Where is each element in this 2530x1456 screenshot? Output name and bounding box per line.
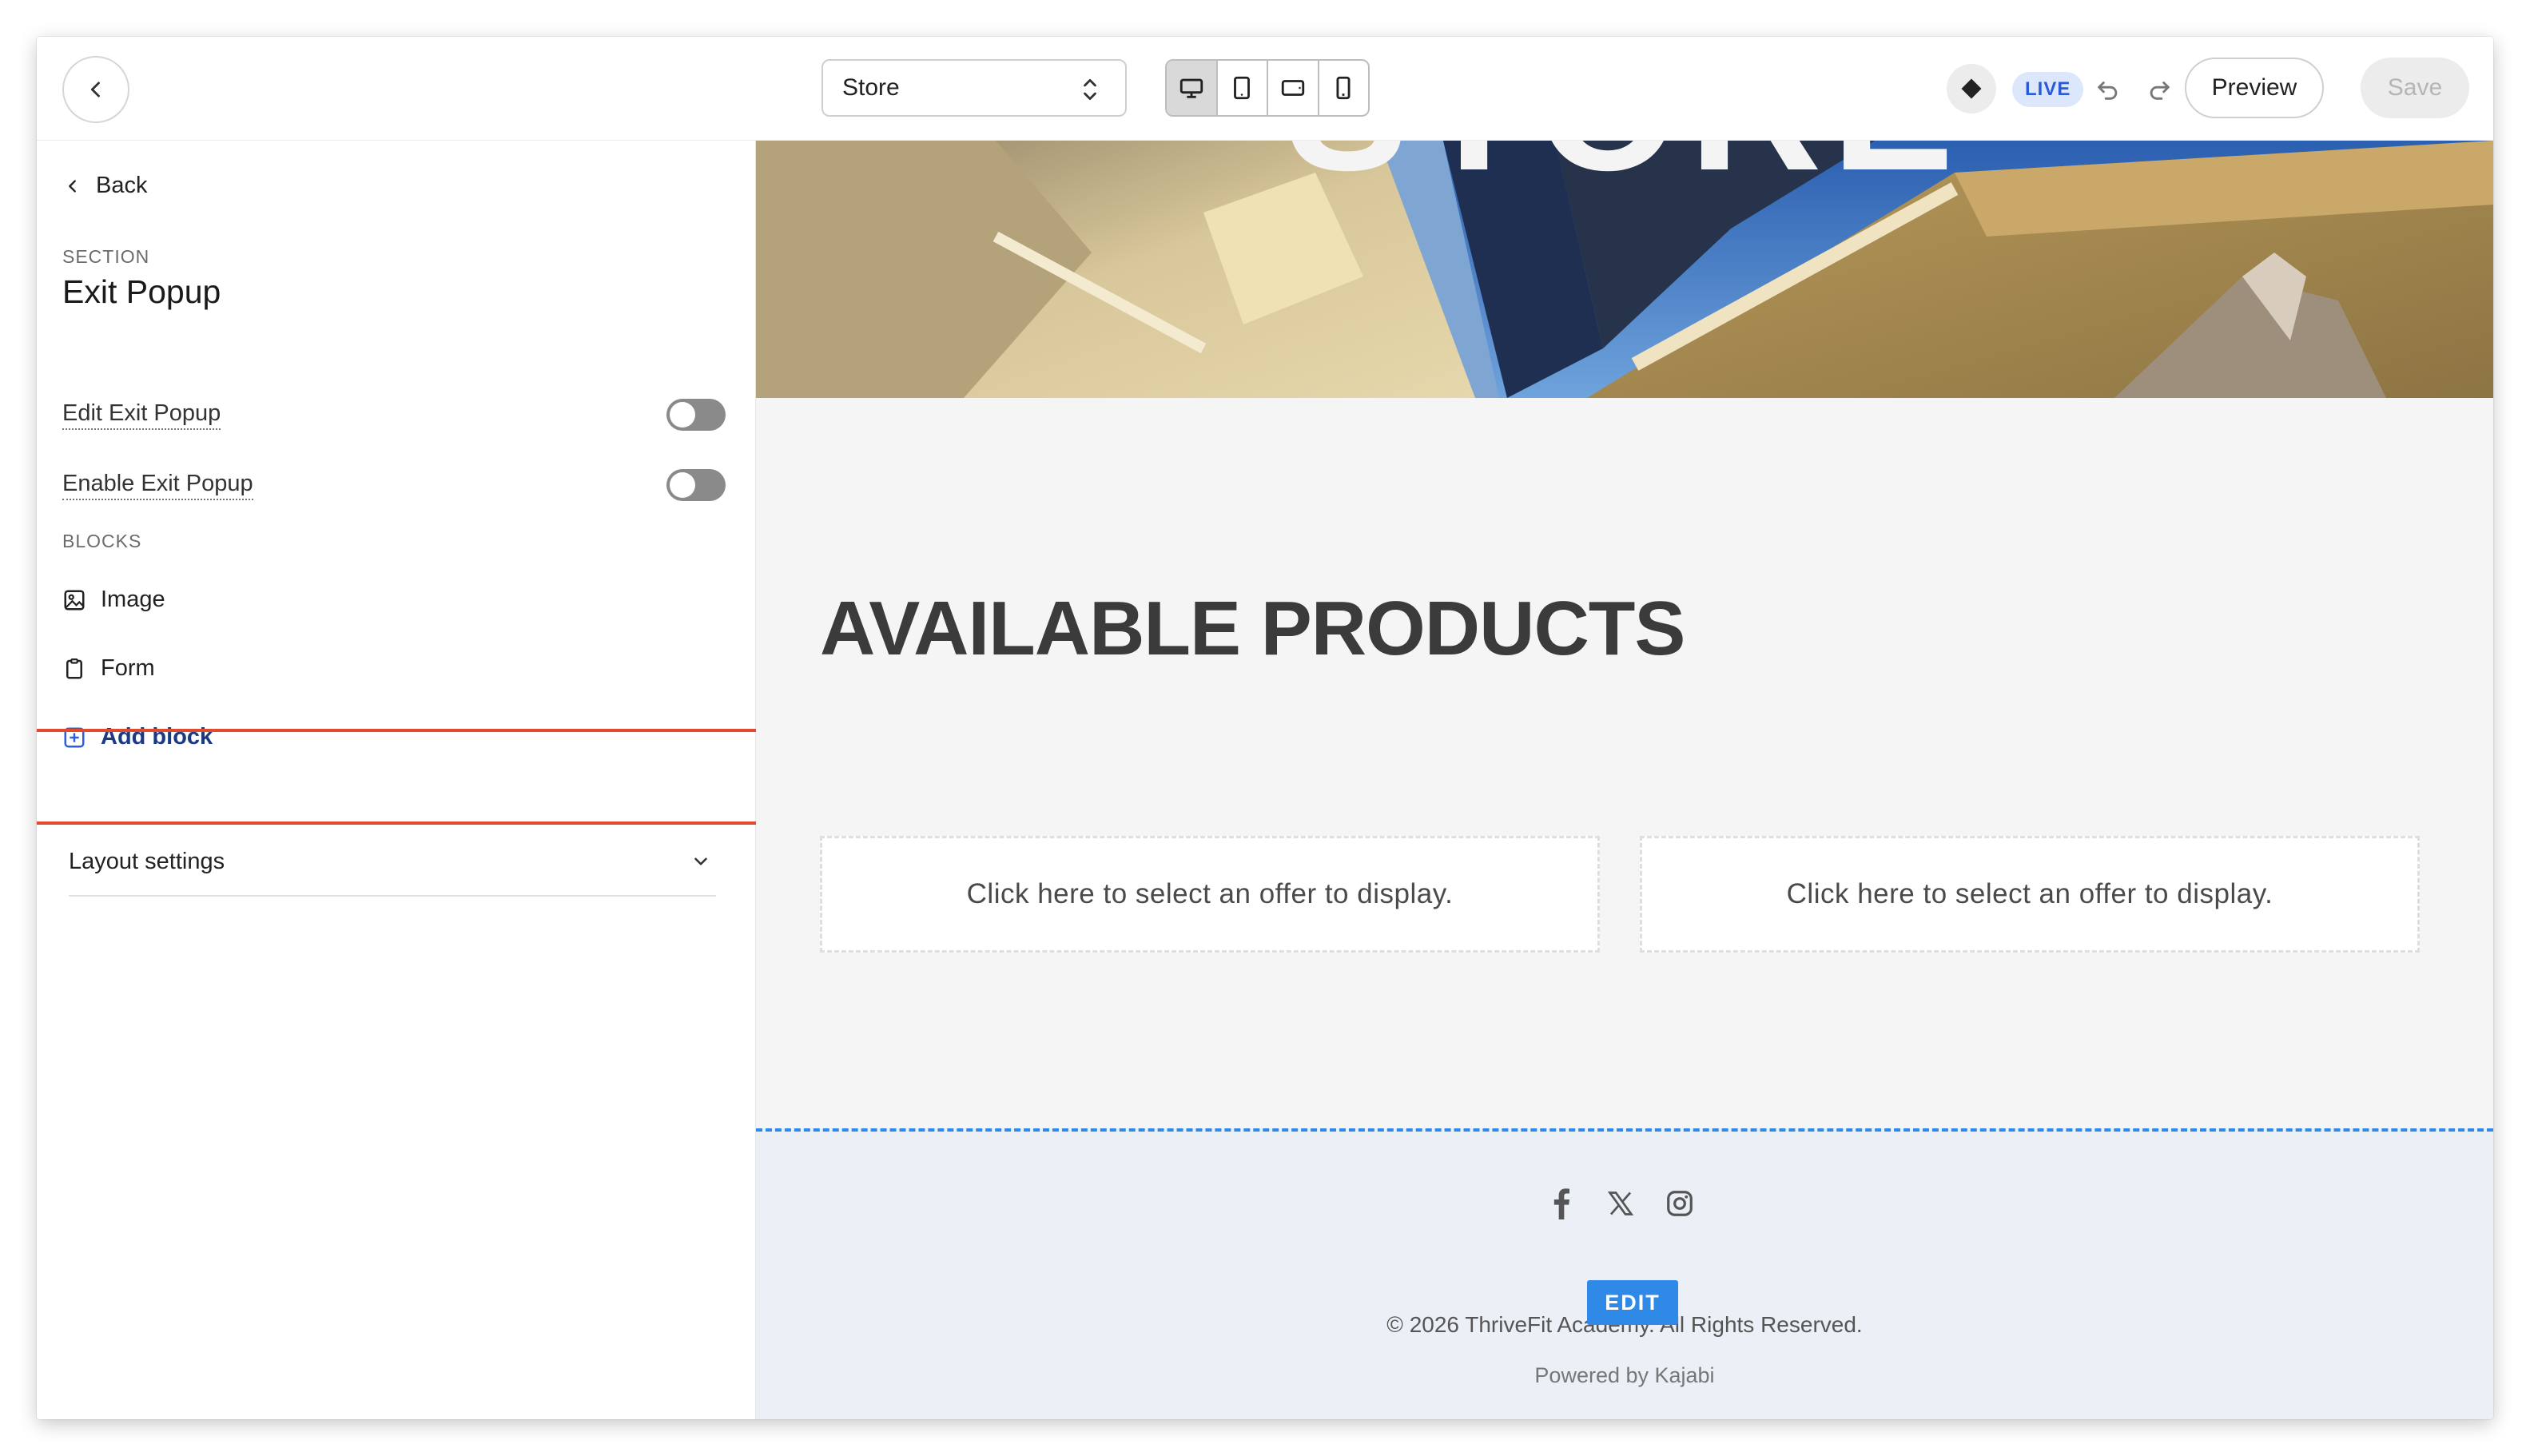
page-select-value: Store (842, 74, 900, 101)
add-block-label: Add block (101, 724, 213, 750)
section-label: SECTION (62, 246, 150, 267)
offer-card-placeholder[interactable]: Click here to select an offer to display… (1640, 836, 2420, 953)
x-icon[interactable] (1603, 1186, 1638, 1221)
hero-banner[interactable]: STORE (756, 141, 2493, 398)
chevron-left-icon (90, 82, 100, 97)
chevron-up-down-icon (1084, 79, 1096, 100)
device-mobile-button[interactable] (1319, 61, 1369, 115)
editor-window: Store LIVE Preview Save Back SECTION Exi… (37, 37, 2493, 1419)
block-item-label: Form (101, 655, 155, 681)
offer-card-placeholder[interactable]: Click here to select an offer to display… (820, 836, 1600, 953)
top-toolbar: Store LIVE Preview Save (37, 37, 2493, 141)
page-canvas: STORE AVAILABLE PRODUCTS Click here to s… (756, 141, 2493, 1419)
blocks-label: BLOCKS (62, 531, 142, 551)
layout-settings-accordion[interactable]: Layout settings (69, 828, 716, 897)
block-item-label: Image (101, 587, 165, 612)
edit-exit-popup-toggle[interactable] (666, 399, 726, 431)
section-title: Exit Popup (62, 273, 221, 310)
facebook-icon[interactable] (1544, 1186, 1579, 1221)
page-select[interactable]: Store (821, 59, 1127, 117)
settings-sidebar: Back SECTION Exit Popup Edit Exit Popup … (37, 141, 756, 1419)
clipboard-icon (66, 658, 82, 678)
toggle-label: Enable Exit Popup (62, 471, 253, 500)
block-item-image[interactable]: Image (62, 587, 165, 613)
edit-footer-button[interactable]: EDIT (1587, 1280, 1678, 1325)
toggle-row-enable-exit-popup: Enable Exit Popup (62, 465, 726, 505)
instagram-icon[interactable] (1662, 1186, 1697, 1221)
live-status-badge: LIVE (2012, 72, 2084, 107)
save-button[interactable]: Save (2361, 58, 2469, 118)
products-heading: AVAILABLE PRODUCTS (820, 586, 1685, 671)
desktop-icon (1179, 78, 1203, 98)
device-switcher (1165, 59, 1370, 117)
device-desktop-button[interactable] (1167, 61, 1218, 115)
toggle-row-edit-exit-popup: Edit Exit Popup (62, 395, 726, 435)
chevron-left-icon (69, 179, 76, 193)
preview-button[interactable]: Preview (2185, 58, 2324, 118)
mobile-icon (1336, 76, 1351, 100)
exit-editor-button[interactable] (62, 56, 129, 123)
chevron-down-icon (694, 857, 707, 865)
tablet-landscape-icon (1281, 80, 1304, 96)
theme-button[interactable] (1947, 64, 1996, 113)
block-item-form[interactable]: Form (62, 655, 155, 682)
redo-icon (2150, 82, 2170, 100)
device-tablet-portrait-button[interactable] (1218, 61, 1268, 115)
undo-icon (2098, 82, 2118, 100)
redo-button[interactable] (2142, 72, 2177, 107)
enable-exit-popup-toggle[interactable] (666, 469, 726, 501)
sidebar-back-label: Back (96, 173, 148, 198)
undo-button[interactable] (2090, 72, 2126, 107)
image-icon (64, 590, 85, 610)
sidebar-back-link[interactable]: Back (64, 173, 147, 199)
plus-square-icon (64, 727, 85, 747)
toggle-label: Edit Exit Popup (62, 400, 221, 430)
tablet-icon (1234, 76, 1251, 100)
page-footer: © 2026 ThriveFit Academy. All Rights Res… (756, 1128, 2493, 1419)
add-block-button[interactable]: Add block (62, 724, 213, 750)
device-tablet-landscape-button[interactable] (1268, 61, 1319, 115)
diamond-icon (1961, 78, 1982, 99)
hero-title: STORE (756, 141, 2493, 212)
social-links (1544, 1186, 1697, 1221)
layout-settings-label: Layout settings (69, 848, 225, 874)
footer-powered-by: Powered by Kajabi (1534, 1363, 1715, 1387)
